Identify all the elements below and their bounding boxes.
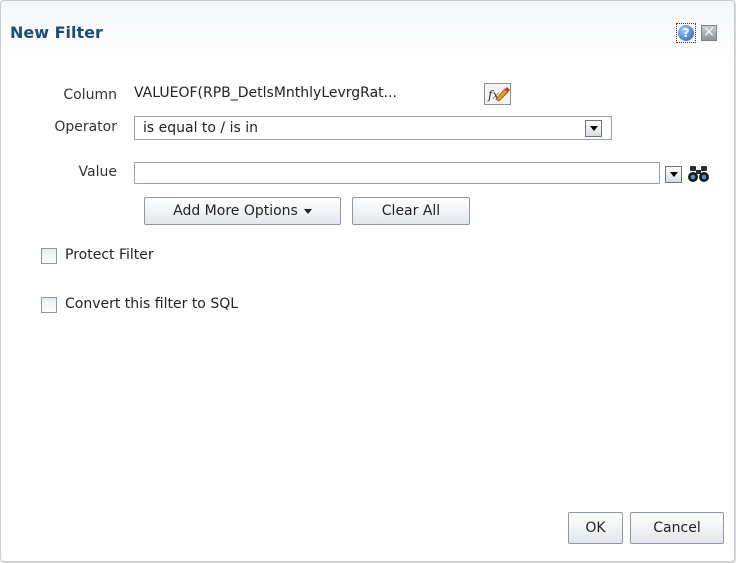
dialog-titlebar: New Filter ? × [1,1,734,65]
add-more-options-label: Add More Options [173,203,298,219]
column-value: VALUEOF(RPB_DetlsMnthlyLevrgRat... [134,85,398,101]
operator-selected-value: is equal to / is in [143,120,258,136]
edit-formula-icon[interactable]: fx [484,83,511,105]
cancel-button[interactable]: Cancel [630,512,724,544]
protect-filter-checkbox[interactable] [41,248,57,264]
dialog-title: New Filter [10,23,103,42]
clear-all-button[interactable]: Clear All [352,197,470,225]
convert-to-sql-label: Convert this filter to SQL [65,296,239,312]
ok-button[interactable]: OK [568,512,623,544]
add-more-options-button[interactable]: Add More Options [144,197,341,225]
help-icon[interactable]: ? [676,23,696,43]
convert-to-sql-checkbox[interactable] [41,297,57,313]
protect-filter-label: Protect Filter [65,247,154,263]
operator-label: Operator [54,119,117,135]
value-dropdown-chevron-down-icon[interactable] [665,166,682,183]
value-label: Value [78,164,117,180]
close-icon[interactable]: × [701,25,717,41]
column-label: Column [63,87,117,103]
operator-select[interactable]: is equal to / is in [134,116,612,140]
operator-dropdown-chevron-down-icon[interactable] [585,120,602,137]
new-filter-dialog: New Filter ? × Column VALUEOF(RPB_DetlsM… [0,0,735,562]
binoculars-icon[interactable] [687,165,711,183]
value-input[interactable] [134,162,660,184]
help-glyph: ? [678,25,694,41]
caret-down-icon [303,208,312,214]
